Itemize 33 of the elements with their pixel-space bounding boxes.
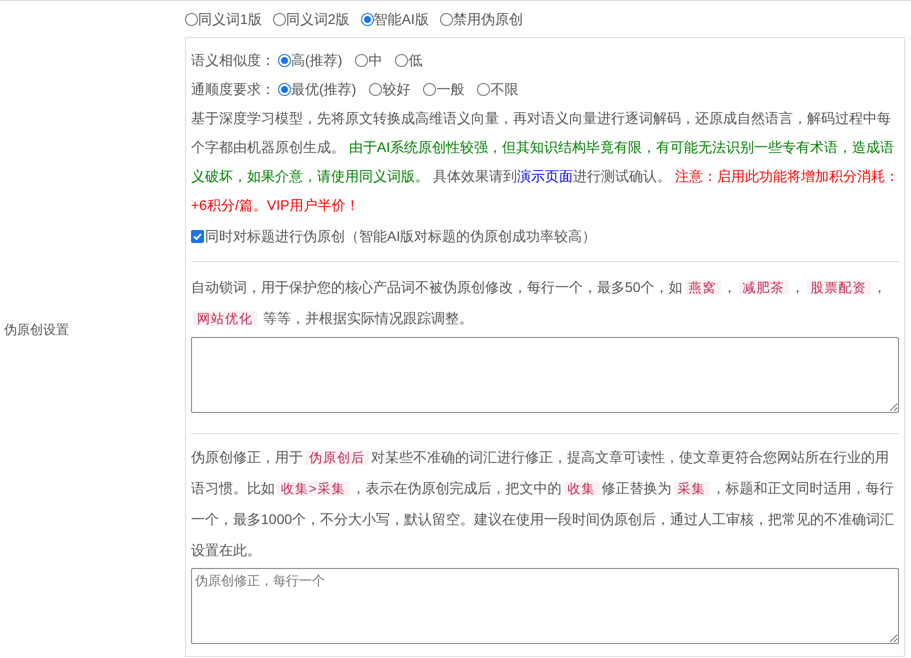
correction-textarea[interactable]: 伪原创修正，每行一个 (191, 568, 899, 644)
radio-button[interactable] (278, 54, 291, 67)
radio-button[interactable] (278, 83, 291, 96)
radio-button[interactable] (477, 83, 490, 96)
radio-label[interactable]: 低 (408, 50, 422, 71)
radio-label[interactable]: 同义词1版 (198, 8, 262, 30)
lock-words-help-text: 自动锁词，用于保护您的核心产品词不被伪原创修改，每行一个，最多50个，如 燕窝 ， 减肥茶 ， 股票配资 ， 网站优化 等等，并根据实际情况跟踪调整。 (191, 278, 888, 328)
radio-label[interactable]: 智能AI版 (374, 8, 429, 30)
radio-label[interactable]: 一般 (436, 79, 464, 100)
radio-button[interactable] (395, 54, 408, 67)
radio-label[interactable]: 高(推荐) (291, 50, 342, 71)
radio-button[interactable] (355, 54, 368, 67)
checkbox-label[interactable]: 同时对标题进行伪原创（智能AI版对标题的伪原创成功率较高） (205, 226, 596, 247)
setting-label: 语义相似度： (191, 51, 275, 70)
radio-button[interactable] (369, 83, 382, 96)
row-label: 伪原创设置 (4, 320, 69, 339)
lock-words-textarea[interactable] (191, 337, 899, 413)
radio-label[interactable]: 中 (368, 50, 382, 71)
radio-label[interactable]: 最优(推荐) (291, 79, 356, 100)
radio-label[interactable]: 禁用伪原创 (452, 8, 523, 30)
radio-button[interactable] (423, 83, 436, 96)
radio-button[interactable] (272, 12, 286, 26)
demo-page-link[interactable]: 演示页面 (516, 168, 573, 184)
radio-label[interactable]: 较好 (382, 79, 410, 100)
radio-button[interactable] (360, 12, 374, 26)
radio-label[interactable]: 同义词2版 (286, 8, 350, 30)
radio-button[interactable] (185, 12, 198, 26)
setting-label: 通顺度要求： (191, 80, 275, 99)
radio-label[interactable]: 不限 (490, 79, 518, 100)
correction-help-text: 伪原创修正，用于 伪原创后 对某些不准确的词汇进行修正，提高文章可读性，使文章更符合您网站所在行业的用语习惯。比如 收集>采集 ，表示在伪原创完成后，把文中的 收集 修正替换为 采集 ，标题和正文同时适用，每行一个，最多1000个，不分大小写，默认留空。建议在使用一段时间伪原创后，通过人工审核，把常见的不准确词汇设置在此。 (191, 448, 896, 560)
checkbox[interactable] (191, 230, 204, 243)
radio-button[interactable] (440, 12, 453, 26)
description-text: 基于深度学习模型，先将原文转换成高维语义向量，再对语义向量进行逐词解码，还原成自然语言，解码过程中每个字都由机器原创生成。 由于AI系统原创性较强，但其知识结构毕竟有限，有可能无法识别一些专有术语，造成语义破坏，如果介意，请使用同义词版。 具体效果请到演示页面进行测试确认。 注意：启用此功能将增加积分消耗：+6积分/篇。VIP用户半价！ (191, 109, 899, 215)
